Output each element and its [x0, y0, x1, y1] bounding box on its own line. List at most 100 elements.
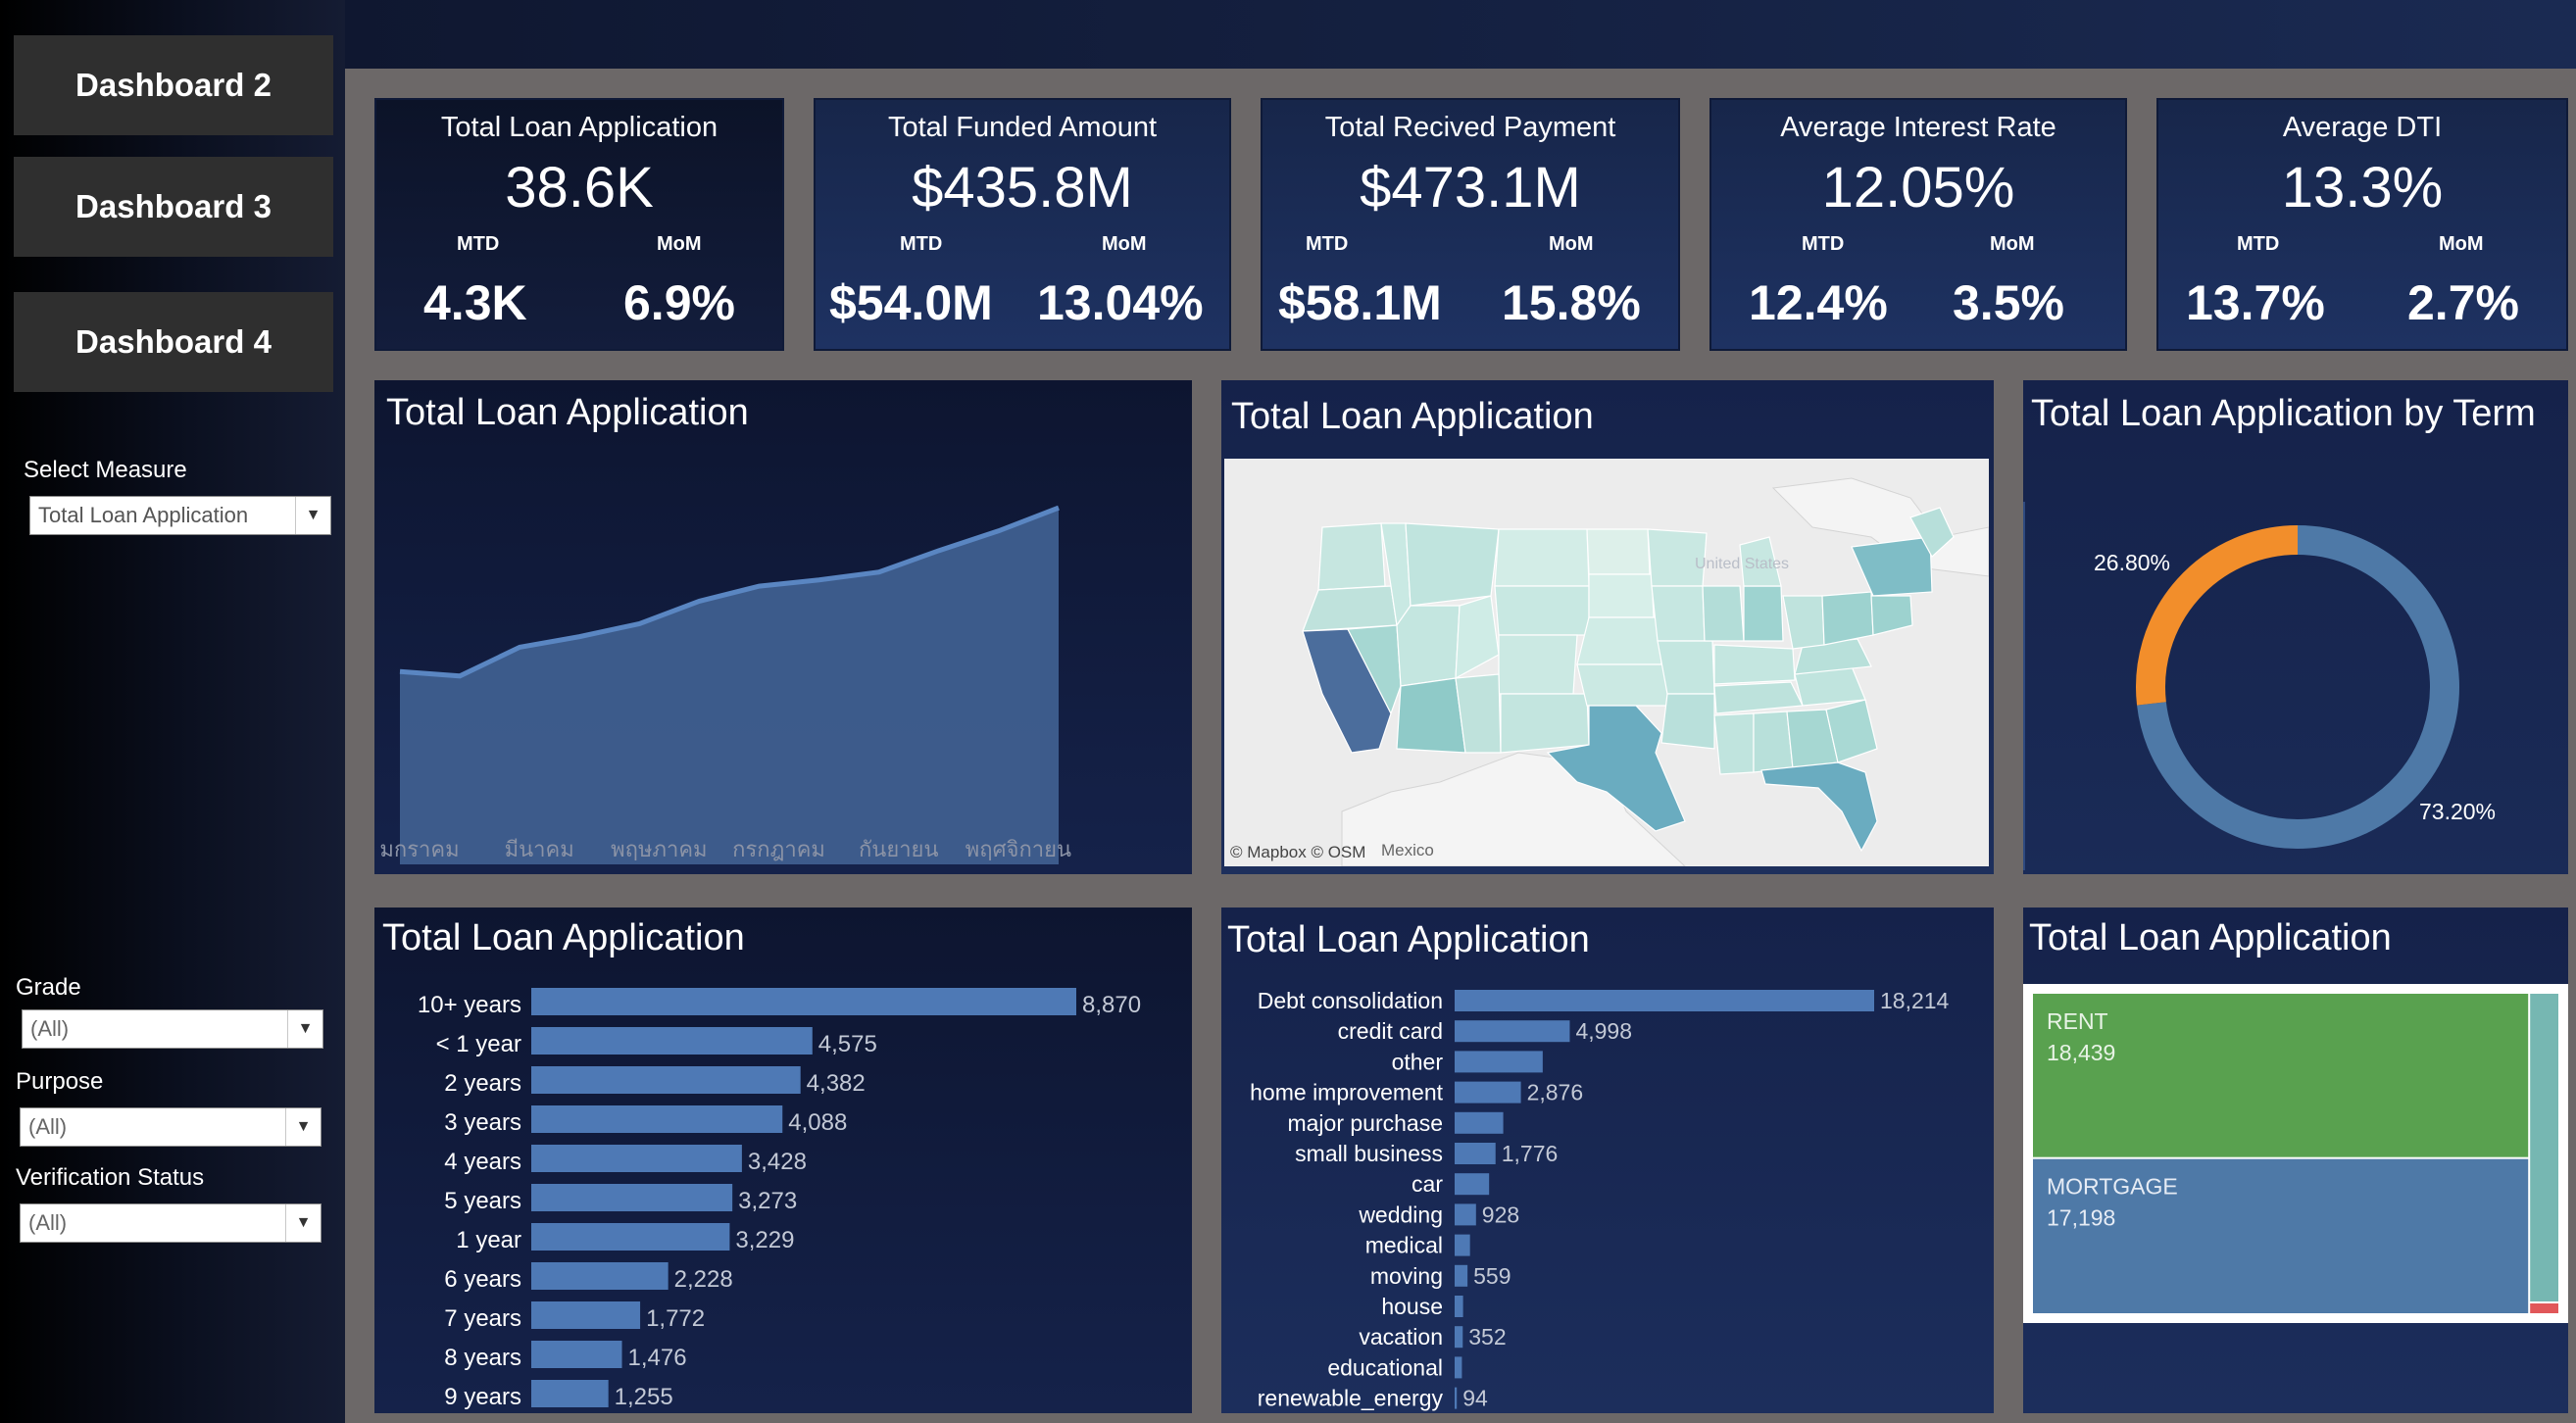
bar-category-label: home improvement: [1250, 1080, 1443, 1105]
home-ownership-treemap[interactable]: RENT 18,439 MORTGAGE 17,198: [2023, 984, 2568, 1323]
kpi-mtd-label: MTD: [2237, 233, 2280, 255]
bar: [531, 1145, 742, 1172]
verification-status-filter-label: Verification Status: [16, 1164, 205, 1191]
bar-category-label: major purchase: [1287, 1110, 1443, 1136]
kpi-mom-label: MoM: [2439, 233, 2484, 255]
chevron-down-icon: ▼: [295, 497, 330, 534]
donut-data-label: 73.20%: [2419, 799, 2496, 824]
purpose-bar-chart[interactable]: Debt consolidation 18,214 credit card 4,998…: [1221, 908, 1994, 1413]
bar-category-label: 4 years: [444, 1149, 521, 1175]
bar-data-label: 8,870: [1082, 992, 1141, 1018]
treemap-label: MORTGAGE: [2047, 1174, 2178, 1200]
term-panel: Total Loan Application by Term 73.20% 26.…: [2023, 380, 2568, 874]
term-donut-chart[interactable]: 73.20% 26.80%: [2023, 380, 2568, 874]
select-measure-value: Total Loan Application: [38, 503, 249, 527]
bar: [1455, 990, 1874, 1011]
donut-data-label: 26.80%: [2094, 550, 2170, 575]
bar: [1455, 1356, 1462, 1379]
dashboard-3-button[interactable]: Dashboard 3: [14, 157, 333, 257]
bar-data-label: 3,229: [735, 1227, 794, 1253]
kpi-mtd-value: 4.3K: [423, 275, 527, 330]
map-title: Total Loan Application: [1231, 396, 1594, 437]
verification-status-filter-value: (All): [28, 1210, 68, 1235]
kpi-mom-value: 6.9%: [623, 275, 735, 330]
purpose-filter-dropdown[interactable]: (All) ▼: [20, 1107, 322, 1147]
bar: [531, 1066, 801, 1094]
trend-area-chart[interactable]: มกราคม มีนาคม พฤษภาคม กรกฎาคม กันยายน พฤศจิกา…: [374, 380, 1192, 874]
bar-data-label: 1,255: [615, 1384, 673, 1410]
bar-category-label: credit card: [1338, 1018, 1443, 1044]
emp-length-bar-chart[interactable]: 10+ years 8,870 < 1 year 4,575 2 years 4,382 3…: [374, 908, 1192, 1413]
kpi-title: Average DTI: [2282, 112, 2443, 143]
us-choropleth-map[interactable]: United States Mexico © Mapbox © OSM: [1224, 459, 1989, 866]
bar-category-label: 3 years: [444, 1109, 521, 1136]
bar: [531, 1341, 622, 1368]
grade-filter-dropdown[interactable]: (All) ▼: [22, 1009, 323, 1049]
kpi-card-total-loan-application[interactable]: Total Loan Application 38.6K MTD MoM 4.3…: [374, 98, 784, 351]
bar-category-label: moving: [1370, 1263, 1443, 1289]
dashboard-4-button[interactable]: Dashboard 4: [14, 292, 333, 392]
bar-category-label: Debt consolidation: [1258, 988, 1443, 1013]
purpose-panel: Total Loan Application Debt consolidatio…: [1221, 908, 1994, 1413]
kpi-card-average-dti[interactable]: Average DTI 13.3% MTD MoM 13.7% 2.7%: [2156, 98, 2568, 351]
bar: [1455, 1143, 1496, 1164]
kpi-mom-value: 3.5%: [1953, 275, 2064, 330]
dashboard-2-button[interactable]: Dashboard 2: [14, 35, 333, 135]
purpose-filter-label: Purpose: [16, 1068, 104, 1095]
donut-slice-orange: [2136, 525, 2299, 706]
kpi-title: Total Recived Payment: [1324, 112, 1616, 143]
kpi-mtd-label: MTD: [1802, 233, 1845, 255]
bar: [1455, 1111, 1504, 1134]
chevron-down-icon: ▼: [285, 1108, 321, 1146]
bar-data-label: 94: [1462, 1386, 1488, 1411]
bar-data-label: 1,476: [628, 1345, 687, 1371]
bar: [1455, 1234, 1470, 1256]
kpi-value: 13.3%: [2281, 156, 2444, 220]
bar-category-label: 6 years: [444, 1266, 521, 1293]
bar-category-label: vacation: [1359, 1324, 1443, 1349]
bar: [531, 1105, 783, 1133]
bar-data-label: 3,428: [748, 1149, 807, 1175]
grade-filter-value: (All): [30, 1016, 70, 1041]
home-ownership-panel: Total Loan Application RENT 18,439 MORTGAG…: [2023, 908, 2568, 1413]
kpi-mtd-value: 13.7%: [2186, 275, 2325, 330]
kpi-mom-label: MoM: [1990, 233, 2035, 255]
bar-category-label: renewable_energy: [1258, 1386, 1444, 1411]
map-label-us: United States: [1695, 556, 1789, 572]
kpi-title: Total Funded Amount: [887, 112, 1158, 143]
select-measure-dropdown[interactable]: Total Loan Application ▼: [29, 496, 331, 535]
verification-status-filter-dropdown[interactable]: (All) ▼: [20, 1203, 322, 1243]
bar-category-label: 5 years: [444, 1188, 521, 1214]
treemap-label: RENT: [2047, 1008, 2108, 1034]
kpi-mom-label: MoM: [1102, 233, 1147, 255]
chevron-down-icon: ▼: [287, 1010, 322, 1048]
bar-data-label: 559: [1473, 1263, 1511, 1289]
kpi-card-average-interest-rate[interactable]: Average Interest Rate 12.05% MTD MoM 12.…: [1709, 98, 2127, 351]
kpi-mtd-value: $54.0M: [829, 275, 993, 330]
map-label-mexico: Mexico: [1381, 841, 1434, 859]
kpi-card-total-recived-payment[interactable]: Total Recived Payment $473.1M MTD MoM $5…: [1261, 98, 1680, 351]
bar: [531, 1262, 669, 1290]
kpi-mom-label: MoM: [657, 233, 702, 255]
bar: [531, 1027, 813, 1055]
bar-data-label: 1,776: [1502, 1141, 1559, 1166]
chevron-down-icon: ▼: [285, 1204, 321, 1242]
bar-category-label: 8 years: [444, 1345, 521, 1371]
bar-category-label: educational: [1327, 1354, 1443, 1380]
home-ownership-title: Total Loan Application: [2029, 917, 2392, 958]
kpi-value: 12.05%: [1821, 156, 2015, 220]
bar: [1455, 1173, 1490, 1196]
trend-area: [400, 508, 1059, 864]
trend-panel: Total Loan Application มกราคม มีนาคม พฤษภา…: [374, 380, 1192, 874]
trend-x-tick-label: กรกฎาคม: [732, 837, 825, 861]
kpi-title: Total Loan Application: [440, 112, 718, 143]
kpi-title: Average Interest Rate: [1780, 112, 2056, 143]
bar-data-label: 4,998: [1575, 1018, 1632, 1044]
map-attribution[interactable]: © Mapbox © OSM: [1230, 843, 1365, 862]
kpi-card-total-funded-amount[interactable]: Total Funded Amount $435.8M MTD MoM $54.…: [814, 98, 1231, 351]
bar-category-label: 7 years: [444, 1305, 521, 1332]
bar-category-label: other: [1392, 1049, 1444, 1074]
treemap-tile-other: [2530, 1303, 2558, 1313]
kpi-mtd-label: MTD: [900, 233, 943, 255]
kpi-mom-label: MoM: [1549, 233, 1594, 255]
